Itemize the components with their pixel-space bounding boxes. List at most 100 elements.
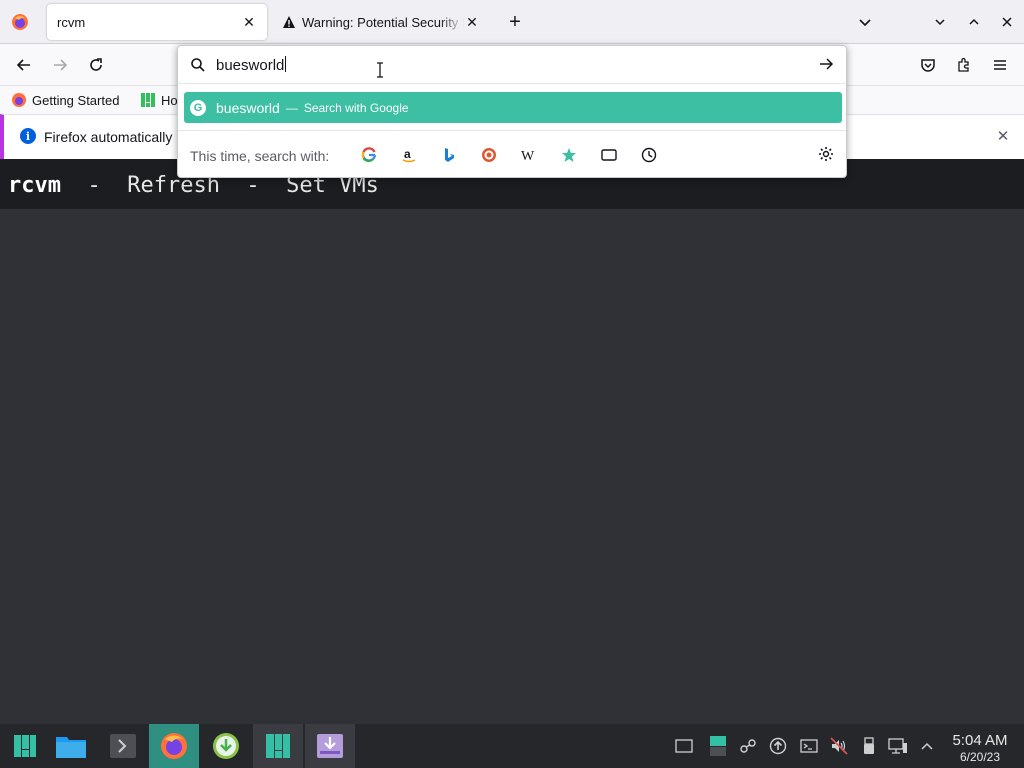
suggestion-dash: —	[285, 100, 298, 115]
amazon-icon: a	[402, 147, 416, 163]
tab-rcvm[interactable]: rcvm ✕	[47, 4, 267, 40]
tabs-engine-button[interactable]	[600, 146, 618, 164]
manjaro-icon	[140, 92, 156, 108]
close-icon[interactable]: ✕	[994, 127, 1012, 145]
tab-icon	[601, 149, 617, 161]
volume-muted-icon[interactable]	[829, 736, 849, 756]
firefox-icon	[11, 92, 27, 108]
bookmarks-engine-button[interactable]	[560, 146, 578, 164]
clock[interactable]: 5:04 AM 6/20/23	[944, 732, 1016, 764]
arrow-left-icon	[16, 59, 30, 71]
bookmark-getting-started[interactable]: Getting Started	[11, 90, 119, 110]
manjaro-icon	[266, 734, 290, 758]
suggestion-action: Search with Google	[303, 100, 409, 115]
chevron-up-icon	[969, 18, 979, 25]
engines-label: This time, search with:	[190, 148, 330, 164]
search-settings-button[interactable]	[818, 146, 834, 165]
update-icon[interactable]	[768, 736, 788, 756]
menu-button[interactable]	[988, 53, 1012, 77]
tab-title: Warning: Potential Security Risk Ahead	[302, 14, 464, 30]
close-window-button[interactable]	[997, 12, 1017, 32]
taskbar: 5:04 AM 6/20/23	[0, 724, 1024, 768]
clock-icon	[641, 147, 657, 163]
svg-text:W: W	[521, 149, 535, 163]
bookmark-label: Getting Started	[32, 92, 120, 108]
firefox-task-button[interactable]	[149, 724, 199, 768]
pocket-icon	[921, 59, 935, 72]
close-icon[interactable]: ✕	[464, 14, 480, 30]
kde-connect-icon[interactable]	[738, 736, 758, 756]
pager-icon[interactable]	[708, 736, 728, 756]
firefox-icon	[161, 733, 187, 759]
arrow-right-icon	[820, 58, 834, 70]
duckduckgo-icon	[482, 148, 496, 162]
manjaro-hello-button[interactable]	[253, 724, 303, 768]
urlbar-input[interactable]: buesworld	[216, 56, 287, 74]
pocket-button[interactable]	[916, 53, 940, 77]
text-caret	[285, 56, 287, 72]
gear-icon	[819, 147, 833, 161]
wikipedia-icon: W	[521, 149, 535, 163]
package-install-icon	[317, 734, 343, 758]
info-icon: i	[20, 128, 36, 144]
tab-security-warning[interactable]: Warning: Potential Security Risk Ahead ✕	[272, 4, 490, 40]
duckduckgo-engine-button[interactable]	[480, 146, 498, 164]
reload-icon	[90, 58, 102, 71]
wikipedia-engine-button[interactable]: W	[520, 146, 538, 164]
usb-device-icon[interactable]	[859, 736, 879, 756]
star-icon	[562, 148, 576, 162]
bookmark-home[interactable]: Ho	[140, 90, 178, 110]
installer-button[interactable]	[305, 724, 355, 768]
download-icon	[213, 733, 239, 759]
puzzle-icon	[958, 57, 969, 72]
manjaro-icon	[14, 735, 36, 757]
file-manager-button[interactable]	[46, 724, 96, 768]
history-engine-button[interactable]	[640, 146, 658, 164]
close-icon	[1002, 17, 1012, 27]
google-engine-button[interactable]	[360, 146, 378, 164]
google-icon	[361, 147, 377, 162]
chevron-up-icon[interactable]	[917, 736, 937, 756]
maximize-button[interactable]	[964, 12, 984, 32]
clock-time: 5:04 AM	[952, 732, 1008, 749]
urlbar-query: buesworld	[216, 57, 285, 74]
app-name: rcvm	[8, 173, 61, 198]
forward-button[interactable]	[48, 53, 72, 77]
app-menu-button[interactable]	[0, 724, 50, 768]
tab-strip: rcvm ✕ Warning: Potential Security Risk …	[0, 0, 1024, 44]
extensions-button[interactable]	[952, 53, 976, 77]
terminal-tray-icon[interactable]	[799, 736, 819, 756]
minimize-button[interactable]	[930, 12, 950, 32]
chevron-down-icon	[935, 19, 945, 26]
svg-text:a: a	[404, 147, 411, 161]
bing-engine-button[interactable]	[440, 146, 458, 164]
network-icon[interactable]	[888, 736, 908, 756]
search-suggestion-row[interactable]: G buesworld — Search with Google	[184, 92, 842, 123]
downloader-button[interactable]	[201, 724, 251, 768]
list-all-tabs-button[interactable]	[855, 12, 875, 32]
go-button[interactable]	[818, 56, 834, 75]
one-off-search-engines: This time, search with: a W	[178, 130, 846, 178]
folder-icon	[56, 737, 86, 758]
warning-icon	[282, 15, 296, 29]
close-icon[interactable]: ✕	[241, 14, 257, 30]
chevron-down-icon	[859, 19, 871, 27]
new-tab-button[interactable]: +	[503, 10, 527, 34]
firefox-view-button[interactable]	[6, 8, 34, 36]
terminal-button[interactable]	[98, 724, 148, 768]
bookmark-label: Ho	[161, 92, 178, 108]
search-icon	[190, 57, 206, 76]
bing-icon	[445, 148, 454, 162]
reload-button[interactable]	[84, 53, 108, 77]
back-button[interactable]	[12, 53, 36, 77]
urlbar-input-row: buesworld	[178, 46, 846, 84]
amazon-engine-button[interactable]: a	[400, 146, 418, 164]
text-cursor-icon	[377, 62, 383, 78]
google-icon: G	[190, 99, 206, 116]
tab-title: rcvm	[57, 14, 86, 30]
firefox-icon	[12, 14, 28, 30]
notification-message: Firefox automatically	[44, 129, 173, 145]
urlbar-popup: buesworld G buesworld — Search with Goog…	[177, 45, 847, 178]
separator: -	[60, 173, 128, 198]
show-desktop-icon[interactable]	[674, 736, 694, 756]
